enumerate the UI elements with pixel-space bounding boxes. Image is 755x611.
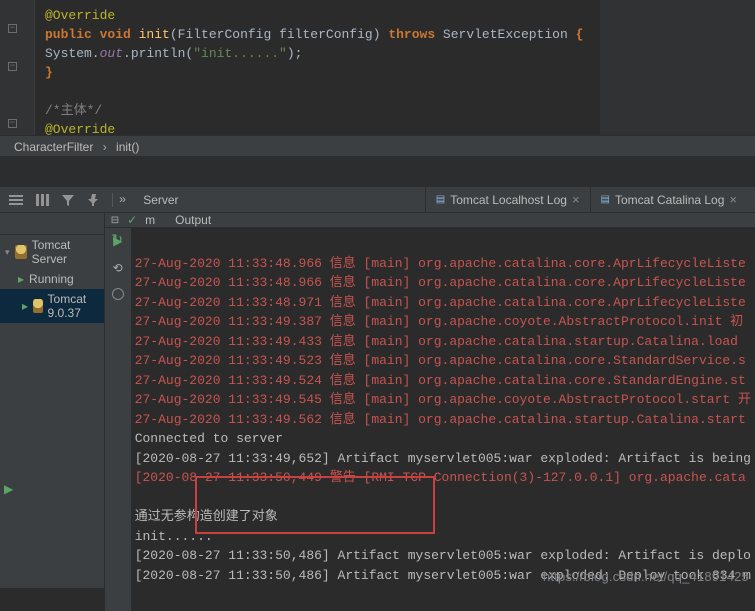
- console-output[interactable]: 27-Aug-2020 11:33:48.966 信息 [main] org.a…: [131, 228, 755, 611]
- play-icon: ▸: [18, 272, 24, 286]
- keyword: public void: [45, 27, 131, 42]
- punct: (: [170, 27, 178, 42]
- tab-localhost-log[interactable]: ▤ Tomcat Localhost Log ×: [425, 187, 590, 212]
- tree-running[interactable]: ▸ Running: [0, 269, 104, 289]
- log-line: 27-Aug-2020 11:33:49.562 信息 [main] org.a…: [135, 412, 746, 427]
- log-line: [2020-08-27 11:33:50,449 警告 [RMI TCP Con…: [135, 470, 746, 485]
- target-icon[interactable]: [112, 288, 124, 300]
- pin-icon[interactable]: [86, 192, 102, 208]
- log-line: 27-Aug-2020 11:33:49.433 信息 [main] org.a…: [135, 334, 746, 349]
- tomcat-dot-icon: ▤: [601, 194, 610, 205]
- brace: {: [576, 27, 584, 42]
- code-text: .println(: [123, 46, 193, 61]
- tomcat-icon: [15, 245, 27, 259]
- type-name: FilterConfig: [178, 27, 272, 42]
- run-icon[interactable]: ▶: [4, 482, 13, 497]
- server-tree[interactable]: ▾ Tomcat Server ▸ Running ▸ Tomcat 9.0.3…: [0, 213, 105, 588]
- panel-splitter[interactable]: [0, 157, 755, 187]
- log-line: 27-Aug-2020 11:33:49.387 信息 [main] org.a…: [135, 314, 744, 329]
- fold-icon[interactable]: −: [8, 62, 17, 71]
- log-line: 27-Aug-2020 11:33:48.966 信息 [main] org.a…: [135, 275, 746, 290]
- play-icon: ▸: [22, 299, 28, 313]
- tree-running-label: Running: [29, 272, 74, 286]
- tree-header: [0, 213, 104, 235]
- log-line: [2020-08-27 11:33:50,486] Artifact myser…: [135, 548, 751, 563]
- comment: /*主体*/: [45, 103, 102, 118]
- console-side-toolbar: ▶ ⟲: [105, 228, 131, 611]
- collapse-icon[interactable]: ⊟: [111, 215, 119, 226]
- breadcrumb-class[interactable]: CharacterFilter: [14, 140, 93, 154]
- tab-label: Tomcat Localhost Log: [450, 193, 567, 207]
- breadcrumb-method[interactable]: init(): [116, 140, 139, 154]
- chevron-right-icon: ›: [103, 140, 107, 154]
- tab-catalina-log[interactable]: ▤ Tomcat Catalina Log ×: [590, 187, 747, 212]
- layout-icon[interactable]: [8, 192, 24, 208]
- method-name: init: [131, 27, 170, 42]
- tomcat-dot-icon: ▤: [436, 194, 445, 205]
- brace: }: [45, 65, 53, 80]
- editor-gutter: − − −: [0, 0, 35, 135]
- tab-label: Tomcat Catalina Log: [615, 193, 724, 207]
- chevron-down-icon[interactable]: ▾: [5, 247, 10, 258]
- tree-instance[interactable]: ▸ Tomcat 9.0.37: [0, 289, 104, 323]
- filter-icon[interactable]: [60, 192, 76, 208]
- run-toolbar: » Server ▤ Tomcat Localhost Log × ▤ Tomc…: [0, 187, 755, 213]
- param-name: filterConfig): [271, 27, 388, 42]
- log-line: 27-Aug-2020 11:33:49.523 信息 [main] org.a…: [135, 353, 746, 368]
- annotation: @Override: [45, 8, 115, 23]
- log-line: 27-Aug-2020 11:33:49.545 信息 [main] org.a…: [135, 392, 751, 407]
- restart-icon[interactable]: ▶: [113, 234, 122, 249]
- output-label: Output: [175, 213, 211, 227]
- close-icon[interactable]: ×: [729, 192, 737, 207]
- fold-icon[interactable]: −: [8, 119, 17, 128]
- tree-root[interactable]: ▾ Tomcat Server: [0, 235, 104, 269]
- threads-icon[interactable]: [34, 192, 50, 208]
- log-line: [2020-08-27 11:33:49,652] Artifact myser…: [135, 451, 751, 466]
- log-line: Connected to server: [135, 431, 283, 446]
- expand-icon[interactable]: »: [112, 193, 123, 207]
- type-name: ServletException: [435, 27, 575, 42]
- breadcrumb: CharacterFilter › init(): [0, 135, 755, 157]
- keyword: throws: [388, 27, 435, 42]
- log-line: init......: [135, 529, 213, 544]
- log-line: 27-Aug-2020 11:33:49.524 信息 [main] org.a…: [135, 373, 746, 388]
- tree-instance-label: Tomcat 9.0.37: [48, 292, 99, 320]
- annotation: @Override: [45, 122, 115, 135]
- log-line: 通过无参构造创建了对象: [135, 509, 278, 524]
- output-header: ⊟ ✓ m Output: [105, 213, 755, 228]
- tree-root-label: Tomcat Server: [32, 238, 99, 266]
- close-icon[interactable]: ×: [572, 192, 580, 207]
- static-field: out: [100, 46, 123, 61]
- check-icon: ✓: [127, 213, 137, 227]
- fold-icon[interactable]: −: [8, 24, 17, 33]
- code-text: System.: [45, 46, 100, 61]
- code-editor[interactable]: − − − @Override public void init(FilterC…: [0, 0, 755, 135]
- editor-right-overlay: [600, 0, 755, 135]
- reload-icon[interactable]: ⟲: [113, 261, 123, 276]
- marker-label: m: [145, 213, 155, 227]
- watermark-text: https://blog.csdn.net/qq_41891425: [543, 569, 749, 584]
- log-line: 27-Aug-2020 11:33:48.966 信息 [main] org.a…: [135, 256, 746, 271]
- string-literal: "init......": [193, 46, 287, 61]
- tomcat-icon: [33, 299, 43, 313]
- code-text: );: [287, 46, 303, 61]
- run-panel: ▾ Tomcat Server ▸ Running ▸ Tomcat 9.0.3…: [0, 213, 755, 588]
- server-tab-label[interactable]: Server: [133, 193, 178, 207]
- log-line: 27-Aug-2020 11:33:48.971 信息 [main] org.a…: [135, 295, 746, 310]
